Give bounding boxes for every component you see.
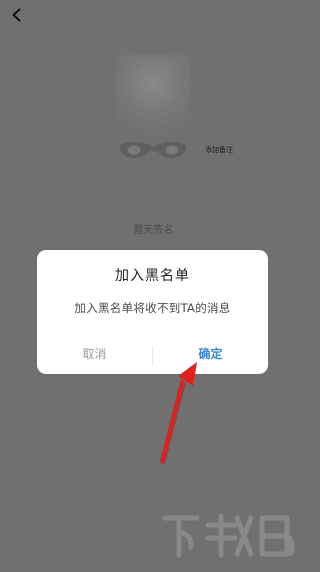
mask-icon	[119, 142, 187, 159]
signature-text: 暂无签名	[133, 225, 174, 236]
cancel-button[interactable]: 取消	[37, 337, 152, 374]
dialog-title: 加入黑名单	[115, 268, 190, 284]
back-button[interactable]	[8, 6, 26, 24]
arrow-icon	[160, 362, 197, 465]
dialog-message: 加入黑名单将收不到TA的消息	[74, 301, 231, 315]
chevron-left-icon	[12, 8, 21, 22]
avatar	[116, 55, 190, 135]
watermark-logo	[162, 513, 295, 558]
add-remark-link[interactable]: 添加备注	[205, 145, 233, 155]
screen: 添加备注 暂无签名 加入黑名单 加入黑名单将收不到TA的消息 取消 确定	[0, 0, 307, 572]
